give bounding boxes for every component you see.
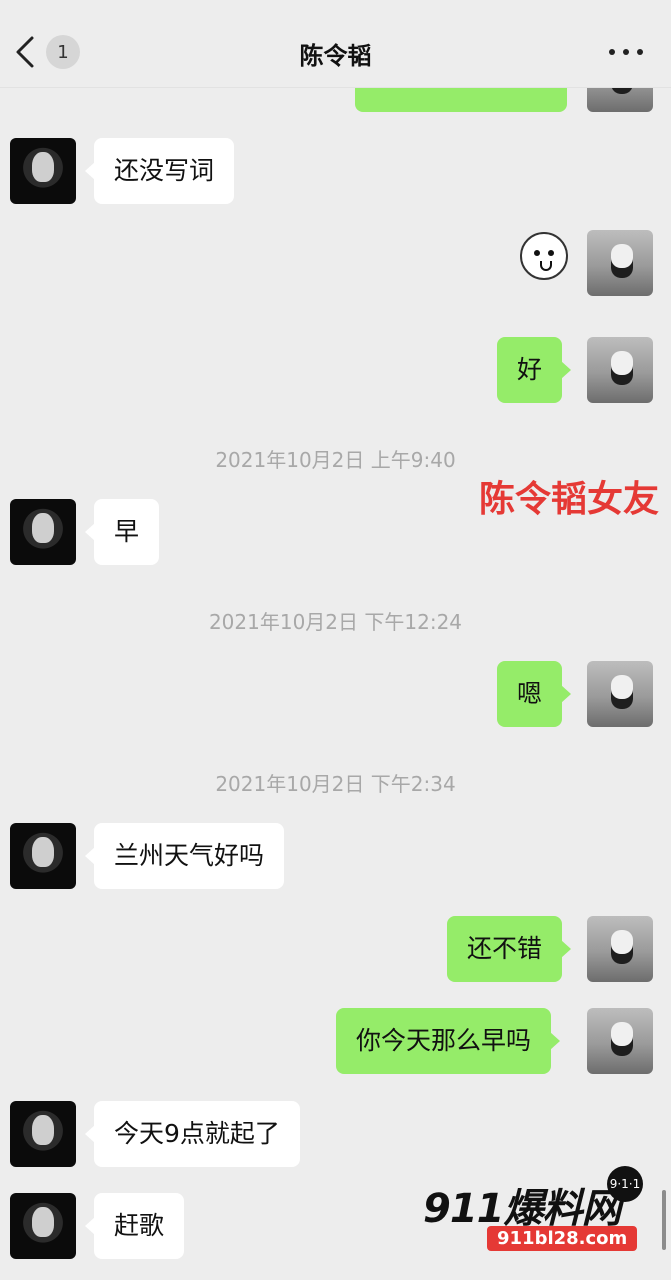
my-avatar[interactable] xyxy=(587,337,653,403)
message-timestamp: 2021年10月2日 下午12:24 xyxy=(208,610,463,634)
chat-bubble-outgoing[interactable]: 好 xyxy=(497,337,572,403)
white-bear-face-icon[interactable] xyxy=(520,232,568,280)
message-timestamp: 2021年10月2日 上午9:40 xyxy=(215,448,456,472)
watermark-logo: 911爆料网 911bl28.com 9·1·1 xyxy=(423,1166,653,1262)
overlay-caption: 陈令韬女友 xyxy=(478,479,659,520)
contact-avatar[interactable] xyxy=(10,1193,76,1259)
chat-bubble-incoming[interactable]: 兰州天气好吗 xyxy=(84,823,285,889)
contact-avatar[interactable] xyxy=(10,138,76,204)
my-avatar[interactable] xyxy=(587,230,653,296)
my-avatar[interactable] xyxy=(587,661,653,727)
chat-bubble-incoming[interactable]: 今天9点就起了 xyxy=(85,1101,300,1167)
watermark-site: 911bl28.com xyxy=(487,1226,638,1251)
chat-header: 1 陈令韬 xyxy=(0,0,671,88)
scrollbar[interactable] xyxy=(662,1190,666,1250)
my-avatar[interactable] xyxy=(587,1008,653,1074)
chat-bubble-incoming[interactable]: 还没写词 xyxy=(84,138,235,204)
chat-bubble-outgoing[interactable]: 还不错 xyxy=(447,916,572,982)
watermark-badge: 9·1·1 xyxy=(607,1166,643,1202)
chat-bubble-outgoing[interactable]: 你今天那么早吗 xyxy=(336,1008,561,1074)
my-avatar[interactable] xyxy=(587,916,653,982)
chat-bubble-outgoing[interactable]: 嗯 xyxy=(497,661,572,727)
message-timestamp: 2021年10月2日 下午2:34 xyxy=(215,772,456,796)
more-dots-icon xyxy=(609,49,615,55)
contact-avatar[interactable] xyxy=(10,499,76,565)
chat-title: 陈令韬 xyxy=(299,42,372,70)
contact-avatar[interactable] xyxy=(10,823,76,889)
chat-bubble-incoming[interactable]: 早 xyxy=(84,499,160,565)
more-options-button[interactable] xyxy=(609,38,643,66)
contact-avatar[interactable] xyxy=(10,1101,76,1167)
chat-bubble-incoming[interactable]: 赶歌 xyxy=(84,1193,185,1259)
